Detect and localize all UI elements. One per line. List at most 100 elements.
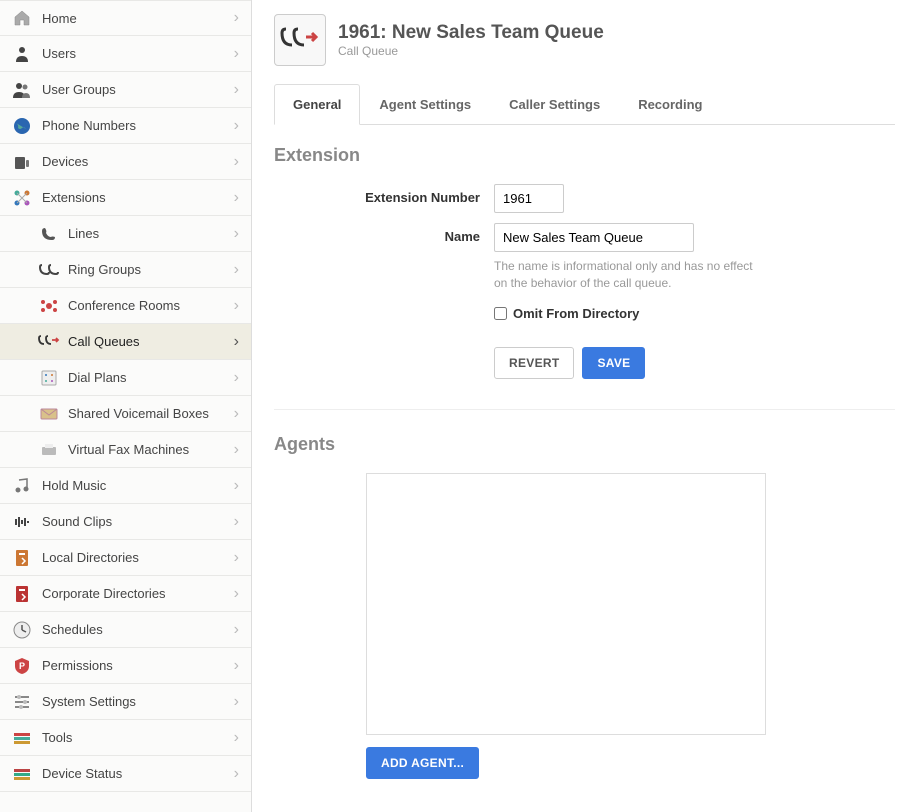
chevron-right-icon: ›: [234, 153, 239, 171]
revert-button[interactable]: REVERT: [494, 347, 574, 379]
omit-directory-label[interactable]: Omit From Directory: [513, 306, 639, 321]
sidebar-item-device-status[interactable]: Device Status ›: [0, 756, 251, 792]
sidebar-item-label: Dial Plans: [68, 370, 234, 385]
sidebar-item-phone-numbers[interactable]: Phone Numbers ›: [0, 108, 251, 144]
device-icon: [10, 150, 34, 174]
sidebar-item-label: Home: [42, 11, 234, 26]
sidebar-item-extensions[interactable]: Extensions ›: [0, 180, 251, 216]
status-icon: [10, 762, 34, 786]
extension-number-label: Extension Number: [274, 184, 494, 205]
sidebar-item-system-settings[interactable]: System Settings ›: [0, 684, 251, 720]
sidebar-item-label: Sound Clips: [42, 514, 234, 529]
home-icon: [10, 6, 34, 30]
chevron-right-icon: ›: [234, 729, 239, 747]
line-icon: [38, 223, 60, 245]
sidebar-item-label: Local Directories: [42, 550, 234, 565]
extension-section-title: Extension: [274, 145, 895, 166]
sidebar-item-label: Schedules: [42, 622, 234, 637]
sidebar-item-label: Devices: [42, 154, 234, 169]
sidebar-item-call-queues[interactable]: Call Queues ›: [0, 324, 251, 360]
settings-icon: [10, 690, 34, 714]
chevron-right-icon: ›: [234, 765, 239, 783]
chevron-right-icon: ›: [234, 441, 239, 459]
shield-icon: P: [10, 654, 34, 678]
extensions-icon: [10, 186, 34, 210]
sidebar-item-hold-music[interactable]: Hold Music ›: [0, 468, 251, 504]
sidebar-item-local-directories[interactable]: Local Directories ›: [0, 540, 251, 576]
chevron-right-icon: ›: [234, 693, 239, 711]
user-icon: [10, 42, 34, 66]
sidebar-item-virtual-fax[interactable]: Virtual Fax Machines ›: [0, 432, 251, 468]
save-button[interactable]: SAVE: [582, 347, 645, 379]
sidebar-item-corporate-directories[interactable]: Corporate Directories ›: [0, 576, 251, 612]
agents-list-box[interactable]: [366, 473, 766, 735]
voicemail-icon: [38, 403, 60, 425]
sidebar-item-schedules[interactable]: Schedules ›: [0, 612, 251, 648]
sidebar-item-users[interactable]: Users ›: [0, 36, 251, 72]
chevron-right-icon: ›: [234, 549, 239, 567]
section-divider: [274, 409, 895, 410]
add-agent-button[interactable]: ADD AGENT...: [366, 747, 479, 779]
sidebar-item-sound-clips[interactable]: Sound Clips ›: [0, 504, 251, 540]
sidebar-item-shared-voicemail[interactable]: Shared Voicemail Boxes ›: [0, 396, 251, 432]
call-queue-header-icon: [274, 14, 326, 66]
sidebar-item-label: Device Status: [42, 766, 234, 781]
extension-number-input[interactable]: [494, 184, 564, 213]
agents-section-title: Agents: [274, 434, 895, 455]
sound-icon: [10, 510, 34, 534]
sidebar-item-label: Corporate Directories: [42, 586, 234, 601]
sidebar-item-conference-rooms[interactable]: Conference Rooms ›: [0, 288, 251, 324]
fax-icon: [38, 439, 60, 461]
sidebar-item-ring-groups[interactable]: Ring Groups ›: [0, 252, 251, 288]
chevron-right-icon: ›: [234, 477, 239, 495]
conference-icon: [38, 295, 60, 317]
tab-caller-settings[interactable]: Caller Settings: [490, 84, 619, 125]
chevron-right-icon: ›: [234, 117, 239, 135]
tab-general[interactable]: General: [274, 84, 360, 125]
dial-plan-icon: [38, 367, 60, 389]
chevron-right-icon: ›: [234, 405, 239, 423]
sidebar-item-dial-plans[interactable]: Dial Plans ›: [0, 360, 251, 396]
sidebar-item-label: Lines: [68, 226, 234, 241]
sidebar-item-devices[interactable]: Devices ›: [0, 144, 251, 180]
page-title: 1961: New Sales Team Queue: [338, 22, 604, 44]
sidebar-item-label: Virtual Fax Machines: [68, 442, 234, 457]
chevron-right-icon: ›: [234, 333, 239, 351]
omit-directory-checkbox[interactable]: [494, 307, 507, 320]
tabs: General Agent Settings Caller Settings R…: [274, 84, 895, 125]
chevron-right-icon: ›: [234, 9, 239, 27]
sidebar-item-label: Conference Rooms: [68, 298, 234, 313]
sidebar-item-permissions[interactable]: P Permissions ›: [0, 648, 251, 684]
chevron-right-icon: ›: [234, 225, 239, 243]
chevron-right-icon: ›: [234, 81, 239, 99]
svg-text:P: P: [19, 661, 25, 671]
music-icon: [10, 474, 34, 498]
name-help-text: The name is informational only and has n…: [494, 258, 764, 292]
call-queue-icon: [38, 331, 60, 353]
directory-corp-icon: [10, 582, 34, 606]
name-input[interactable]: [494, 223, 694, 252]
sidebar-item-label: Extensions: [42, 190, 234, 205]
sidebar-item-label: Tools: [42, 730, 234, 745]
sidebar-item-lines[interactable]: Lines ›: [0, 216, 251, 252]
sidebar-item-label: Ring Groups: [68, 262, 234, 277]
tab-agent-settings[interactable]: Agent Settings: [360, 84, 490, 125]
sidebar-item-label: Shared Voicemail Boxes: [68, 406, 234, 421]
chevron-right-icon: ›: [234, 513, 239, 531]
clock-icon: [10, 618, 34, 642]
sidebar-item-tools[interactable]: Tools ›: [0, 720, 251, 756]
main-content: 1961: New Sales Team Queue Call Queue Ge…: [252, 0, 917, 812]
sidebar-item-label: Hold Music: [42, 478, 234, 493]
chevron-right-icon: ›: [234, 297, 239, 315]
chevron-right-icon: ›: [234, 261, 239, 279]
sidebar-item-label: Users: [42, 46, 234, 61]
sidebar-item-user-groups[interactable]: User Groups ›: [0, 72, 251, 108]
sidebar-item-home[interactable]: Home ›: [0, 0, 251, 36]
tab-recording[interactable]: Recording: [619, 84, 721, 125]
chevron-right-icon: ›: [234, 45, 239, 63]
sidebar-item-label: System Settings: [42, 694, 234, 709]
directory-local-icon: [10, 546, 34, 570]
sidebar-item-label: User Groups: [42, 82, 234, 97]
chevron-right-icon: ›: [234, 657, 239, 675]
chevron-right-icon: ›: [234, 189, 239, 207]
